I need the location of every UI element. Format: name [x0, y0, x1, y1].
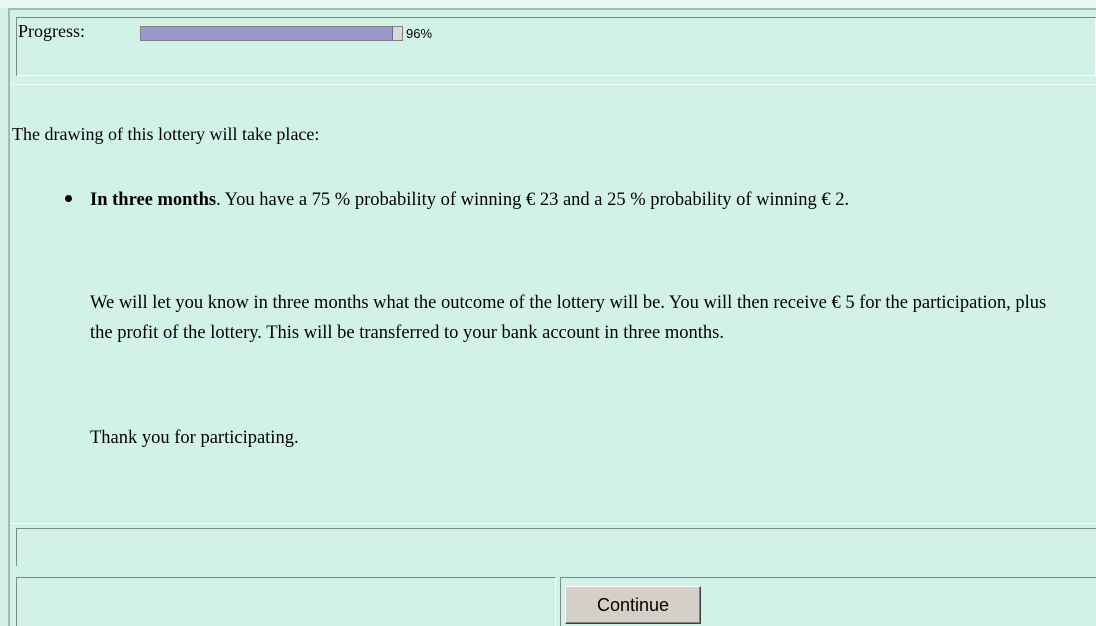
progress-label: Progress: [18, 21, 85, 41]
progress-percent: 96% [406, 26, 433, 41]
lottery-timing-title: In three months [90, 190, 217, 210]
payment-info: We will let you know in three months wha… [90, 293, 1047, 343]
intro-text: The drawing of this lottery will take pl… [12, 124, 320, 144]
progress-bar-fill [141, 27, 393, 40]
continue-button[interactable]: Continue [565, 586, 701, 624]
top-strip [0, 0, 1096, 8]
bullet-icon [65, 195, 72, 202]
empty-panel [16, 528, 1096, 566]
progress-bar [140, 26, 403, 41]
divider [10, 84, 1096, 85]
divider [10, 523, 1096, 524]
thank-you-text: Thank you for participating. [90, 428, 299, 448]
lottery-probabilities: . You have a 75 % probability of winning… [216, 190, 850, 210]
bottom-left-cell [16, 577, 556, 626]
lottery-description: In three months. You have a 75 % probabi… [90, 185, 1065, 215]
